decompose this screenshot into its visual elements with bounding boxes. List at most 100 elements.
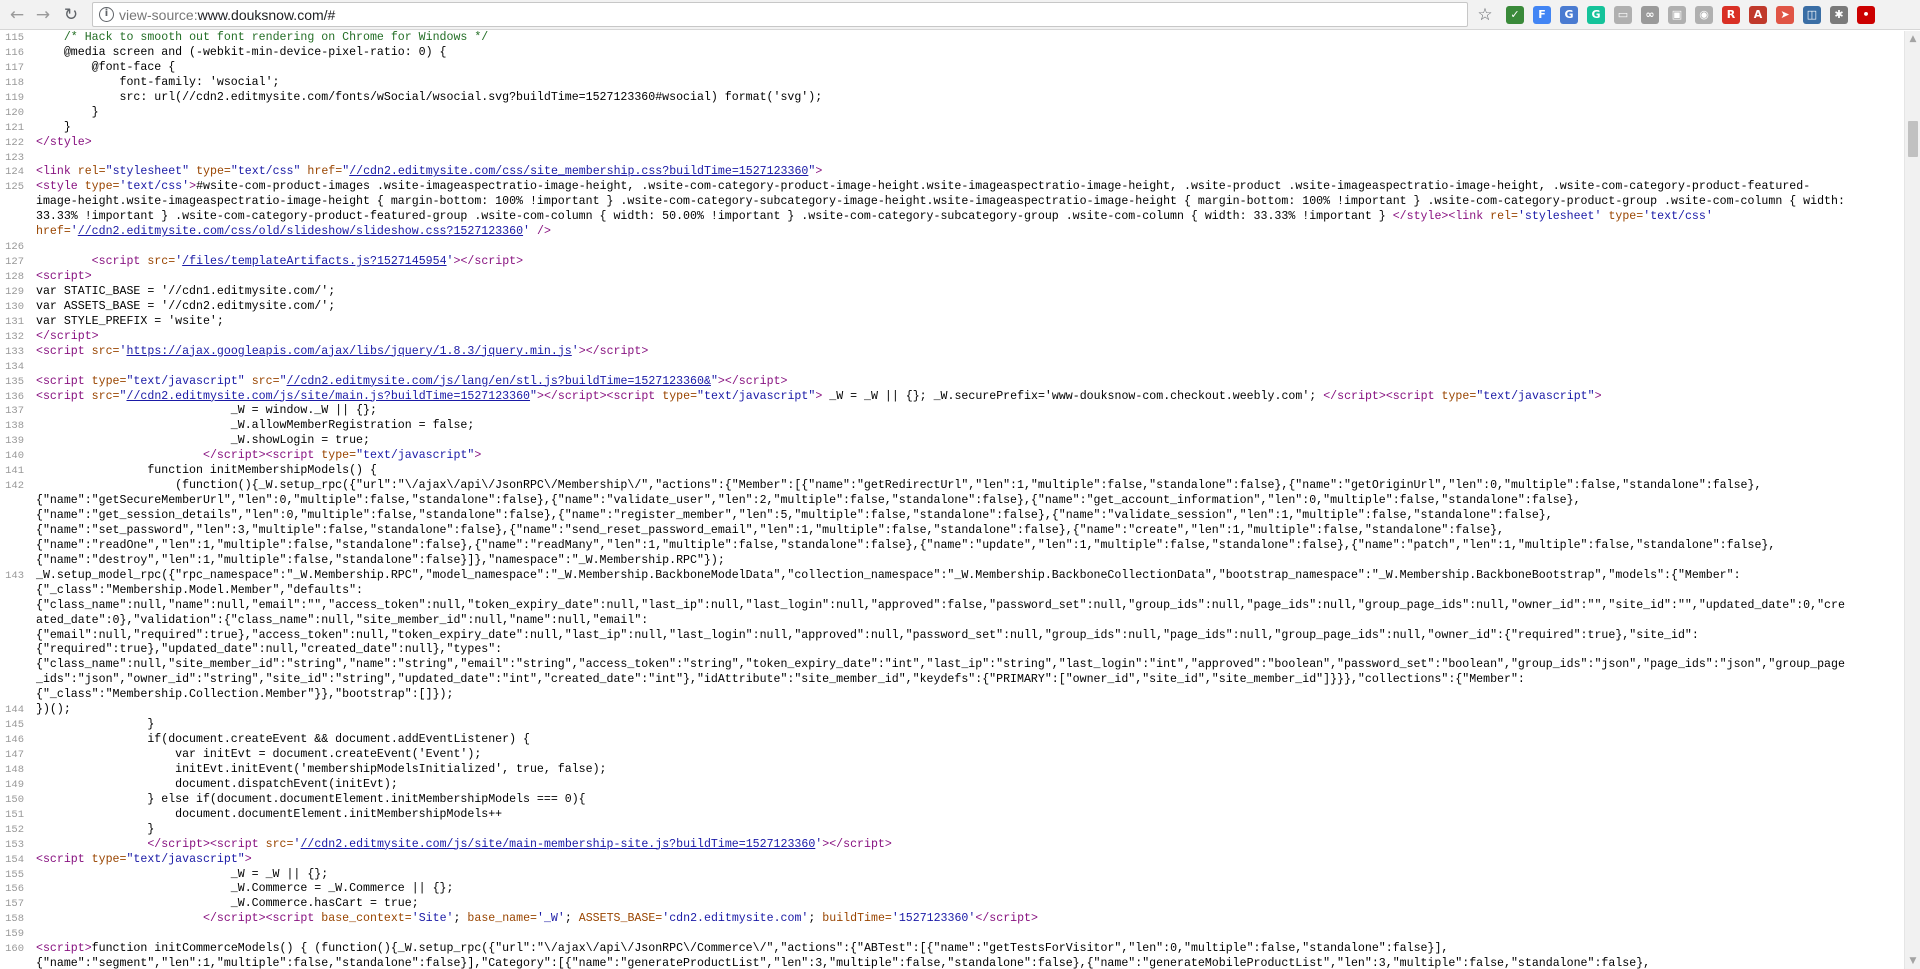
source-line: _ids":"json","owner_id":"string","site_i… xyxy=(0,673,1904,688)
source-code: <script type="text/javascript"> xyxy=(36,852,252,866)
source-line: 127 <script src='/files/templateArtifact… xyxy=(0,255,1904,270)
source-code: var initEvt = document.createEvent('Even… xyxy=(36,748,482,761)
source-code: var STYLE_PREFIX = 'wsite'; xyxy=(36,314,224,328)
source-line: {"email":null,"required":true},"access_t… xyxy=(0,629,1904,644)
camera-icon[interactable]: ◉ xyxy=(1695,6,1713,24)
image-icon[interactable]: ▭ xyxy=(1614,6,1632,24)
source-line: 118 font-family: 'wsocial'; xyxy=(0,76,1904,91)
reload-button[interactable]: ↻ xyxy=(60,4,82,26)
forward-button[interactable]: → xyxy=(32,4,54,26)
source-code: </script><script base_context='Site'; ba… xyxy=(202,912,1038,926)
check-icon[interactable]: ✓ xyxy=(1506,6,1524,24)
source-line: {"name":"segment","len":1,"multiple":fal… xyxy=(0,957,1904,969)
source-code: {"name":"set_password","len":3,"multiple… xyxy=(36,523,1505,537)
back-button[interactable]: ← xyxy=(6,4,28,26)
line-number xyxy=(0,195,28,210)
cast-icon[interactable]: ▣ xyxy=(1668,6,1686,24)
source-code: _W.Commerce.hasCart = true; xyxy=(36,897,419,911)
line-number: 152 xyxy=(5,823,24,836)
lastpass-icon[interactable]: • xyxy=(1857,6,1875,24)
line-number: 125 xyxy=(5,181,24,194)
source-line: 131 var STYLE_PREFIX = 'wsite'; xyxy=(0,315,1904,330)
line-number: 133 xyxy=(5,345,24,358)
line-number: 153 xyxy=(5,838,24,851)
line-number xyxy=(0,629,28,644)
source-line: 128 <script> xyxy=(0,270,1904,285)
line-number: 147 xyxy=(5,749,24,761)
bookmark-star-icon[interactable]: ☆ xyxy=(1474,4,1496,26)
line-number xyxy=(0,643,28,658)
source-line: image-height.wsite-imageaspectratio-imag… xyxy=(0,195,1904,210)
source-line: {"name":"destroy","len":1,"multiple":fal… xyxy=(0,554,1904,569)
vertical-scrollbar[interactable]: ▲ ▼ xyxy=(1904,31,1920,969)
url-scheme: view-source: xyxy=(119,7,198,23)
line-number: 156 xyxy=(5,883,24,896)
line-number: 159 xyxy=(5,928,24,941)
source-code: <style type='text/css'>#wsite-com-produc… xyxy=(36,180,1811,194)
source-line: {"_class":"Membership.Model.Member","def… xyxy=(0,584,1904,599)
line-number xyxy=(0,225,28,240)
source-code: image-height.wsite-imageaspectratio-imag… xyxy=(36,195,1845,209)
line-number: 155 xyxy=(5,868,24,881)
scrollbar-thumb[interactable] xyxy=(1908,121,1918,157)
source-code: <script>function initCommerceModels() { … xyxy=(36,942,1449,956)
source-line: 158 </script><script base_context='Site'… xyxy=(0,912,1904,927)
source-code: _W = _W || {}; xyxy=(36,867,329,881)
source-line: 146 if(document.createEvent && document.… xyxy=(0,733,1904,748)
line-number: 117 xyxy=(5,61,24,74)
source-line: 138 _W.allowMemberRegistration = false; xyxy=(0,419,1904,434)
source-line: {"name":"get_session_details","len":0,"m… xyxy=(0,509,1904,524)
source-code: initEvt.initEvent('membershipModelsIniti… xyxy=(36,762,607,776)
line-number: 157 xyxy=(5,898,24,911)
source-code: } xyxy=(36,120,71,134)
red-ext-icon[interactable]: R xyxy=(1722,6,1740,24)
scroll-down-icon[interactable]: ▼ xyxy=(1905,953,1920,969)
scroll-up-icon[interactable]: ▲ xyxy=(1905,31,1920,47)
source-view: 115 /* Hack to smooth out font rendering… xyxy=(0,31,1904,969)
line-number: 115 xyxy=(5,32,24,44)
source-line: 149 document.dispatchEvent(initEvt); xyxy=(0,778,1904,793)
url-text[interactable]: view-source:www.douksnow.com/# xyxy=(119,7,335,23)
source-line: {"name":"set_password","len":3,"multiple… xyxy=(0,524,1904,539)
line-number: 138 xyxy=(5,420,24,433)
line-number: 122 xyxy=(5,136,24,149)
window-icon[interactable]: ◫ xyxy=(1803,6,1821,24)
arrow-ext-icon[interactable]: ➤ xyxy=(1776,6,1794,24)
line-number xyxy=(0,673,28,688)
info-icon[interactable]: i xyxy=(99,7,114,22)
source-line: 125 <style type='text/css'>#wsite-com-pro… xyxy=(0,180,1904,195)
line-number: 151 xyxy=(5,808,24,821)
line-number: 119 xyxy=(5,91,24,104)
source-line: 140 </script><script type="text/javascri… xyxy=(0,449,1904,464)
source-line: 119 src: url(//cdn2.editmysite.com/fonts… xyxy=(0,91,1904,106)
line-number: 158 xyxy=(5,913,24,926)
source-code: href='//cdn2.editmysite.com/css/old/slid… xyxy=(36,225,551,239)
source-code xyxy=(28,151,1904,166)
source-line: 116 @media screen and (-webkit-min-devic… xyxy=(0,46,1904,61)
pdf-icon[interactable]: A xyxy=(1749,6,1767,24)
line-number: 141 xyxy=(5,465,24,478)
line-number: 146 xyxy=(5,734,24,747)
source-code: var ASSETS_BASE = '//cdn2.editmysite.com… xyxy=(36,299,336,313)
source-line: 136 <script src="//cdn2.editmysite.com/js… xyxy=(0,390,1904,405)
line-number: 127 xyxy=(5,256,24,269)
line-number: 135 xyxy=(5,375,24,388)
grammarly-icon[interactable]: G xyxy=(1587,6,1605,24)
address-bar[interactable]: i view-source:www.douksnow.com/# xyxy=(92,2,1468,27)
source-code: {"class_name":null,"name":null,"email":"… xyxy=(36,598,1845,612)
translate-icon[interactable]: G xyxy=(1560,6,1578,24)
line-number xyxy=(0,957,28,969)
infinity-icon[interactable]: ∞ xyxy=(1641,6,1659,24)
gear-ext-icon[interactable]: ✱ xyxy=(1830,6,1848,24)
line-number: 140 xyxy=(5,450,24,463)
line-number xyxy=(0,658,28,673)
line-number: 136 xyxy=(5,390,24,403)
source-code: {"name":"segment","len":1,"multiple":fal… xyxy=(36,957,1651,969)
source-code: })(); xyxy=(36,703,71,717)
source-line: 129 var STATIC_BASE = '//cdn1.editmysite.… xyxy=(0,285,1904,300)
F-icon[interactable]: F xyxy=(1533,6,1551,24)
source-line: 153 </script><script src='//cdn2.editmys… xyxy=(0,838,1904,853)
source-code: } xyxy=(36,822,155,836)
line-number: 126 xyxy=(5,241,24,254)
source-line: 155 _W = _W || {}; xyxy=(0,868,1904,883)
